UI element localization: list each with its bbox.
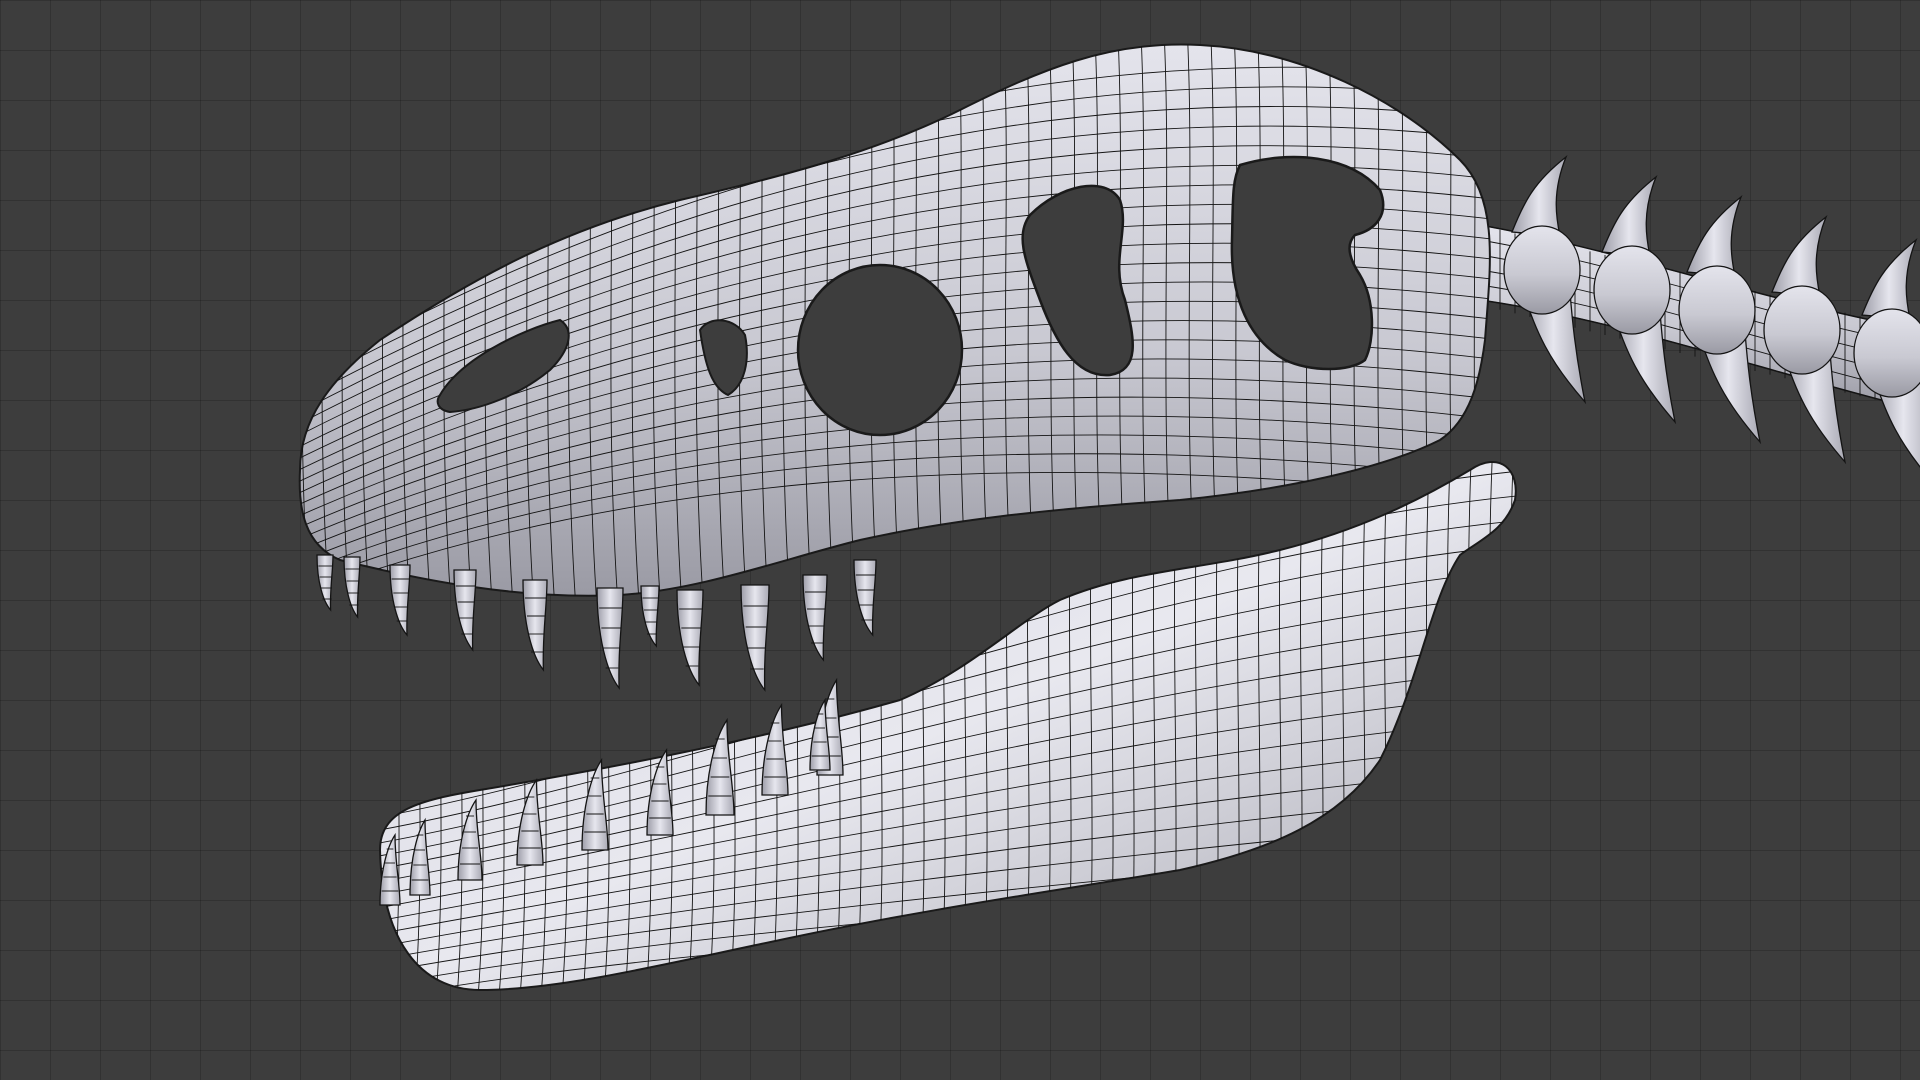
scene-canvas[interactable] bbox=[0, 0, 1920, 1080]
upper-tooth bbox=[853, 559, 877, 637]
vertebra-body bbox=[1503, 225, 1581, 315]
upper-tooth bbox=[389, 564, 411, 637]
vertebrae-group bbox=[1479, 155, 1920, 468]
vertebra-body bbox=[1763, 285, 1841, 375]
upper-tooth bbox=[453, 569, 477, 652]
upper-tooth bbox=[343, 556, 361, 619]
lower-tooth bbox=[705, 717, 735, 816]
vertebra-neural-spine bbox=[1771, 215, 1828, 297]
vertebra-neural-spine bbox=[1686, 195, 1743, 277]
upper-tooth bbox=[596, 587, 624, 690]
upper-tooth bbox=[676, 589, 704, 687]
upper-tooth bbox=[316, 554, 334, 612]
lower-tooth bbox=[761, 702, 789, 796]
upper-tooth bbox=[522, 579, 548, 672]
vertebra-neural-spine bbox=[1601, 175, 1658, 257]
upper-tooth bbox=[640, 585, 660, 648]
upper-tooth bbox=[740, 584, 770, 692]
3d-viewport[interactable] bbox=[0, 0, 1920, 1080]
vertebra-neural-spine bbox=[1511, 155, 1568, 237]
vertebra-body bbox=[1678, 265, 1756, 355]
upper-tooth bbox=[802, 574, 828, 662]
vertebra-neural-spine bbox=[1861, 238, 1918, 320]
vertebra-body bbox=[1593, 245, 1671, 335]
antorbital-opening bbox=[796, 263, 964, 437]
